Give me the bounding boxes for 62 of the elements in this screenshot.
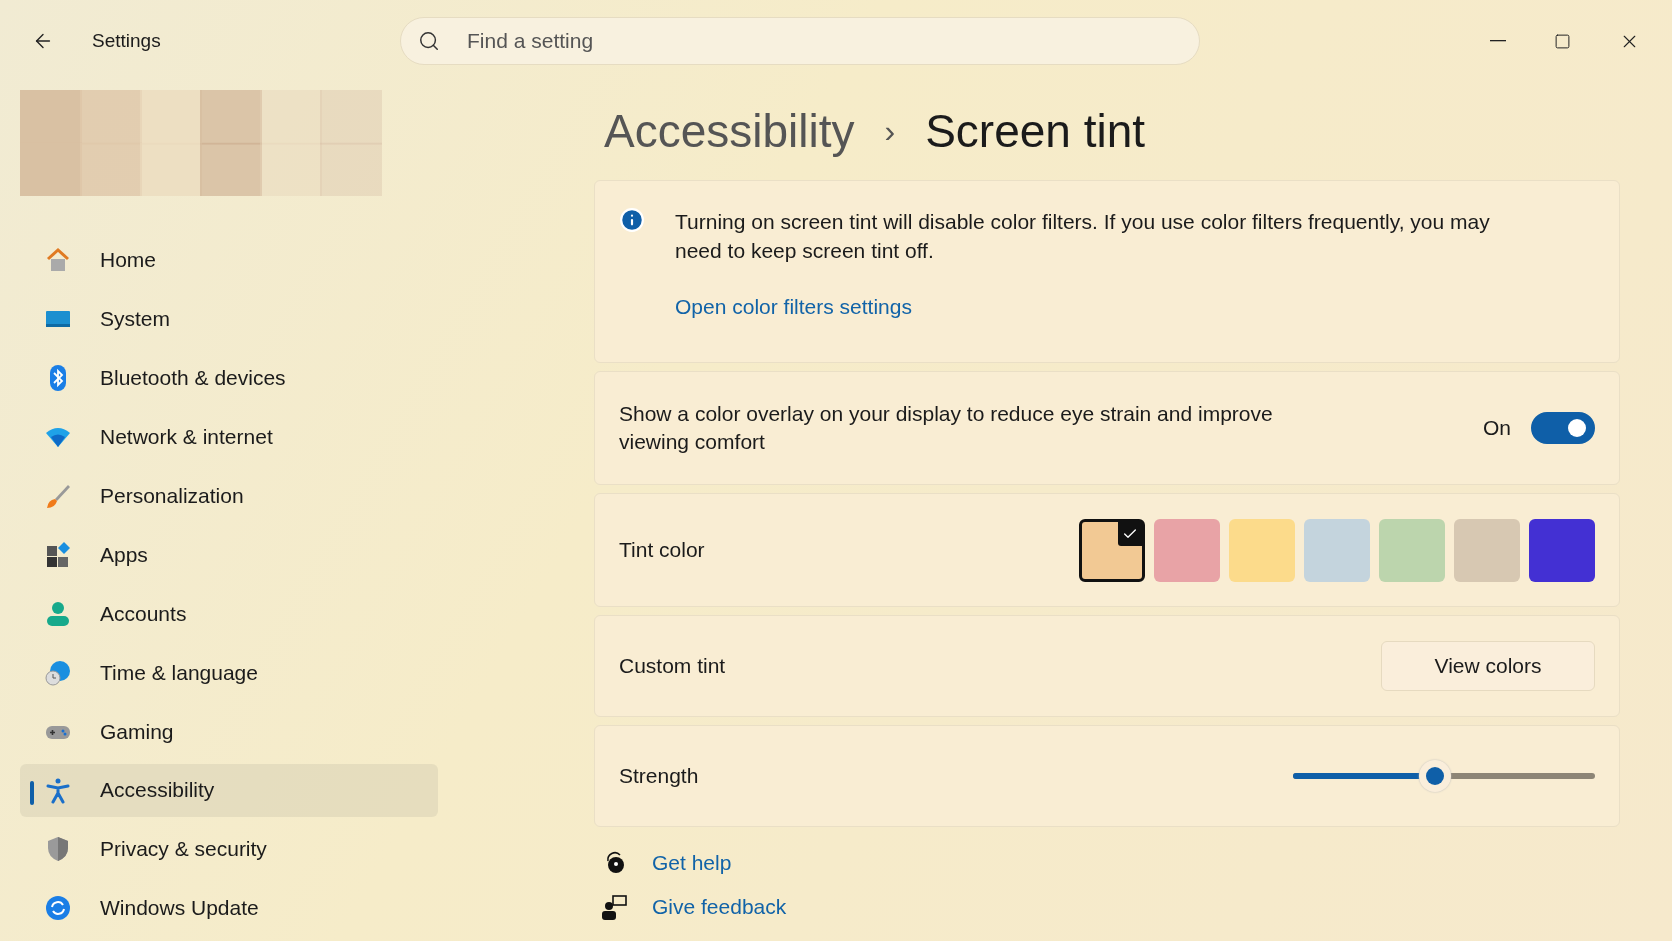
window-title: Settings xyxy=(92,30,162,52)
sidebar-item-label: Accounts xyxy=(100,601,187,626)
sidebar-item-label: Windows Update xyxy=(100,896,259,921)
sidebar-item[interactable]: Bluetooth & devices xyxy=(20,351,438,405)
search-icon xyxy=(418,30,440,52)
page-title: Screen tint xyxy=(925,104,1146,158)
sidebar-item[interactable]: System xyxy=(20,292,438,346)
sidebar-item[interactable]: Accessibility xyxy=(20,764,438,817)
sidebar-item[interactable]: Windows Update xyxy=(20,882,438,935)
color-swatch[interactable] xyxy=(1079,518,1145,582)
sync-icon xyxy=(44,894,72,923)
color-swatch[interactable] xyxy=(1154,518,1220,582)
setting-label: Strength xyxy=(619,763,700,789)
color-swatch[interactable] xyxy=(1304,518,1370,582)
slider-thumb[interactable] xyxy=(1418,760,1451,792)
sidebar-item-label: Bluetooth & devices xyxy=(100,365,286,390)
setting-label: Tint color xyxy=(619,537,706,563)
color-swatch[interactable] xyxy=(1529,518,1595,582)
color-swatch[interactable] xyxy=(1454,518,1520,582)
search-field[interactable]: Find a setting xyxy=(400,17,1200,65)
sidebar-item[interactable]: Privacy & security xyxy=(20,823,438,876)
setting-label: Custom tint xyxy=(619,653,727,679)
person-presenting-icon xyxy=(600,893,628,921)
toggle-switch[interactable] xyxy=(1531,412,1595,444)
sidebar-item-label: Apps xyxy=(100,542,148,567)
person-icon xyxy=(44,599,72,628)
house-icon xyxy=(44,245,72,274)
selection-indicator xyxy=(30,781,34,806)
info-icon xyxy=(619,207,645,233)
sidebar-item-label: Network & internet xyxy=(100,424,273,449)
sidebar-item[interactable]: Personalization xyxy=(20,469,438,523)
accessibility-icon xyxy=(44,776,72,805)
help-link[interactable]: Get help xyxy=(652,851,732,875)
sidebar-item[interactable]: Accounts xyxy=(20,587,438,640)
globe-clock-icon xyxy=(44,658,72,687)
sidebar-item-label: Time & language xyxy=(100,660,258,685)
help-link[interactable]: Give feedback xyxy=(652,895,787,919)
sidebar-item-label: Personalization xyxy=(100,483,244,508)
sidebar-item[interactable]: Time & language xyxy=(20,646,438,699)
apps-icon xyxy=(44,540,72,569)
minimize-icon xyxy=(1490,40,1506,42)
sidebar-item[interactable]: Gaming xyxy=(20,705,438,758)
sidebar-item[interactable]: Apps xyxy=(20,528,438,582)
setting-label: Show a color overlay on your display to reduce eye strain and improve viewing comfort xyxy=(619,401,1274,455)
color-filters-link[interactable]: Open color filters settings xyxy=(675,295,1525,319)
sidebar-item-label: Gaming xyxy=(100,719,174,744)
breadcrumb-parent[interactable]: Accessibility xyxy=(604,104,855,158)
sidebar-item-label: Home xyxy=(100,247,157,272)
sidebar-item-label: Accessibility xyxy=(100,778,215,803)
breadcrumb-separator: › xyxy=(884,112,896,150)
view-colors-button[interactable]: View colors xyxy=(1381,641,1595,691)
sidebar-item[interactable]: Network & internet xyxy=(20,410,438,464)
strength-slider[interactable] xyxy=(1293,760,1595,792)
maximize-icon xyxy=(1554,32,1571,50)
check-icon xyxy=(1118,521,1142,546)
color-swatch[interactable] xyxy=(1379,518,1445,582)
sidebar-item[interactable]: Home xyxy=(20,233,438,287)
toggle-state: On xyxy=(1483,416,1511,440)
sidebar-item-label: System xyxy=(100,306,170,331)
sidebar-item-label: Privacy & security xyxy=(100,837,267,862)
color-swatch[interactable] xyxy=(1229,518,1295,582)
info-text: Turning on screen tint will disable color filters. If you use color filters frequently, you may need to keep screen tint off. xyxy=(675,209,1491,264)
